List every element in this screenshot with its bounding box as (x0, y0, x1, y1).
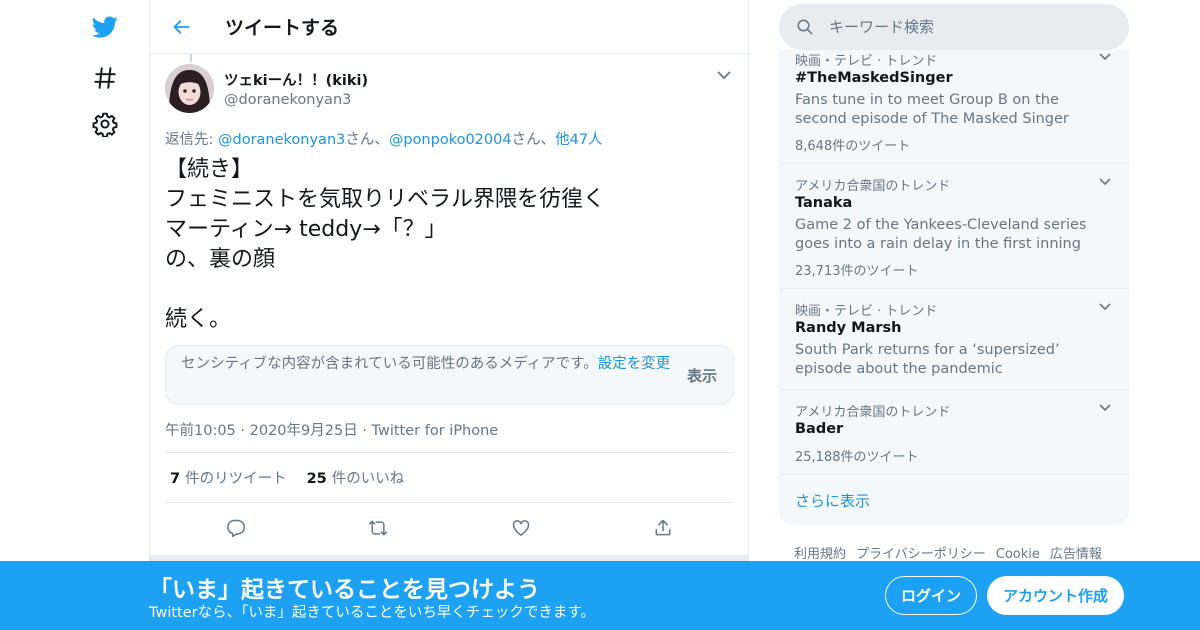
trend-context: 映画・テレビ · トレンド (795, 54, 938, 69)
chevron-down-icon[interactable] (714, 70, 734, 88)
show-media-button[interactable]: 表示 (687, 365, 717, 386)
like-count-link[interactable]: 25 件のいいね (307, 467, 405, 488)
sensitive-notice-text: センシティブな内容が含まれている可能性のあるメディアです。 (181, 356, 598, 372)
retweet-count: 7 (170, 471, 181, 487)
reply-to-separator: さん、 (511, 132, 556, 148)
sensitive-settings-link[interactable]: 設定を変更 (598, 356, 671, 372)
avatar[interactable] (165, 64, 214, 113)
tweet-date-link[interactable]: 2020年9月25日 (250, 423, 358, 439)
like-count: 25 (306, 471, 327, 487)
footer-link-cookie[interactable]: Cookie (996, 547, 1040, 562)
trend-context: アメリカ合衆国のトレンド (795, 405, 951, 420)
tweet-time-link[interactable]: 午前10:05 (165, 423, 236, 439)
sensitive-media-notice: センシティブな内容が含まれている可能性のあるメディアです。設定を変更 表示 (165, 345, 734, 405)
banner-title: 「いま」起きていることを見つけよう (149, 577, 540, 603)
author-handle[interactable]: @doranekonyan3 (224, 92, 368, 108)
trend-description: South Park returns for a ‘supersized’ ep… (795, 342, 1060, 377)
trend-context: 映画・テレビ · トレンド (795, 304, 938, 319)
trend-name: Randy Marsh (795, 320, 902, 336)
footer-link-ads[interactable]: 広告情報 (1050, 547, 1102, 562)
tweet-source: Twitter for iPhone (371, 423, 499, 439)
trend-name: Tanaka (795, 195, 853, 211)
reply-to-user-link[interactable]: @doranekonyan3 (218, 132, 345, 148)
reply-to-prefix: 返信先: (165, 132, 218, 148)
hashtag-icon[interactable] (90, 63, 120, 93)
chevron-down-icon[interactable] (1097, 303, 1113, 317)
trend-context: アメリカ合衆国のトレンド (795, 179, 951, 194)
gear-icon[interactable] (90, 109, 120, 139)
trend-item[interactable]: 映画・テレビ · トレンド Randy Marsh South Park ret… (779, 289, 1129, 390)
like-label: 件のいいね (331, 471, 405, 487)
reply-to-user-link[interactable]: @ponpoko02004 (389, 132, 512, 148)
trend-description: Game 2 of the Yankees-Cleveland series g… (795, 217, 1087, 252)
banner-subtitle: Twitterなら、「いま」起きていることをいち早くチェックできます。 (149, 605, 595, 621)
trend-item[interactable]: アメリカ合衆国のトレンド Tanaka Game 2 of the Yankee… (779, 164, 1129, 289)
retweet-count-link[interactable]: 7 件のリツイート (170, 467, 287, 488)
trend-name: Bader (795, 421, 844, 437)
footer-link-privacy[interactable]: プライバシーポリシー (856, 547, 986, 562)
retweet-label: 件のリツイート (185, 471, 287, 487)
trend-item[interactable]: アメリカ合衆国のトレンド Bader 25,188件のツイート (779, 390, 1129, 475)
footer-links: 利用規約 プライバシーポリシー Cookie 広告情報 (794, 543, 1112, 562)
share-icon[interactable] (648, 513, 678, 543)
trend-count: 8,648件のツイート (795, 139, 911, 154)
footer-link-terms[interactable]: 利用規約 (794, 547, 846, 562)
arrow-left-icon[interactable] (167, 12, 197, 42)
thread-connector-line (190, 54, 192, 62)
search-input[interactable] (829, 18, 1109, 36)
reply-to-separator: さん、 (345, 132, 389, 148)
trend-item[interactable]: 映画・テレビ · トレンド #TheMaskedSinger Fans tune… (779, 50, 1129, 164)
chevron-down-icon[interactable] (1097, 178, 1113, 192)
trend-count: 23,713件のツイート (795, 264, 919, 279)
main-column: ツイートする ツェkiーん！！(kiki) @doranekonyan3 返信先… (149, 0, 749, 630)
reply-icon[interactable] (221, 513, 251, 543)
trends-panel: 映画・テレビ · トレンド #TheMaskedSinger Fans tune… (779, 50, 1129, 525)
reply-to-others-link[interactable]: 他47人 (555, 132, 602, 148)
author-display-name[interactable]: ツェkiーん！！(kiki) (224, 69, 368, 90)
show-more-link[interactable]: さらに表示 (795, 490, 870, 511)
search-icon (795, 17, 815, 37)
left-nav (80, 0, 130, 630)
trend-count: 25,188件のツイート (795, 450, 919, 465)
tweet-author: ツェkiーん！！(kiki) @doranekonyan3 (165, 64, 734, 114)
retweet-icon[interactable] (363, 513, 393, 543)
chevron-down-icon[interactable] (1097, 53, 1113, 67)
like-heart-icon[interactable] (506, 513, 536, 543)
twitter-bird-icon[interactable] (90, 12, 120, 42)
trend-name: #TheMaskedSinger (795, 70, 953, 86)
tweet-metadata: 午前10:05 · 2020年9月25日 · Twitter for iPhon… (165, 419, 734, 453)
reply-to-line: 返信先: @doranekonyan3さん、@ponpoko02004さん、他4… (165, 128, 734, 149)
tweet: ツェkiーん！！(kiki) @doranekonyan3 返信先: @dora… (165, 64, 734, 553)
trend-description: Fans tune in to meet Group B on the seco… (795, 92, 1069, 127)
tweet-stats: 7 件のリツイート 25 件のいいね (165, 453, 734, 503)
search-bar (779, 4, 1129, 50)
tweet-actions (165, 503, 734, 553)
chevron-down-icon[interactable] (1097, 404, 1113, 418)
page-title: ツイートする (225, 17, 340, 39)
signup-banner: 「いま」起きていることを見つけよう Twitterなら、「いま」起きていることを… (0, 561, 1200, 630)
page-header: ツイートする (150, 0, 748, 54)
login-button[interactable]: ログイン (885, 576, 977, 615)
signup-button[interactable]: アカウント作成 (987, 576, 1124, 615)
tweet-text: 【続き】 フェミニストを気取りリベラル界隈を彷徨く マーティン→ teddy→「… (165, 157, 606, 332)
